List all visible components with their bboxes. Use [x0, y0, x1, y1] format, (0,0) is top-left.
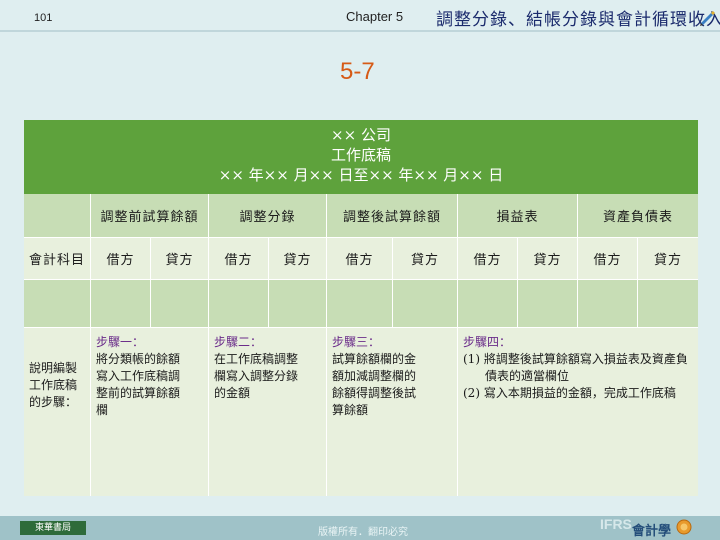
period-line: ×× 年×× 月×× 日至×× 年×× 月×× 日 [218, 166, 504, 184]
debit-header: 借方 [209, 238, 269, 280]
notes-label: 說明編製 工作底稿 的步驟： [24, 328, 91, 496]
coin-icon [676, 519, 692, 535]
empty-cell [638, 280, 698, 328]
copyright-text: 版權所有．翻印必究 [318, 527, 408, 538]
debit-header: 借方 [327, 238, 393, 280]
credit-header: 貸方 [518, 238, 578, 280]
step-1-note: 步驟一： 將分類帳的餘額 寫入工作底稿調 整前的試算餘額 欄 [91, 328, 209, 496]
step-2-title: 步驟二： [214, 335, 263, 349]
step-4-title: 步驟四： [463, 335, 512, 349]
group-header: 調整後試算餘額 [327, 194, 458, 238]
group-header: 調整分錄 [209, 194, 327, 238]
group-header: 損益表 [458, 194, 578, 238]
credit-header: 貸方 [638, 238, 698, 280]
ifrs-mark: IFRS [600, 516, 632, 532]
empty-cell [458, 280, 518, 328]
debit-header: 借方 [458, 238, 518, 280]
company-name: ×× 公司 [331, 126, 391, 144]
group-header: 資產負債表 [578, 194, 698, 238]
slide-label: 5-7 [340, 58, 375, 85]
debit-header: 借方 [578, 238, 638, 280]
step-2-note: 步驟二： 在工作底稿調整 欄寫入調整分錄 的金額 [209, 328, 327, 496]
step-4-note: 步驟四： (1) 將調整後試算餘額寫入損益表及資產負債表的適當欄位 (2) 寫入… [458, 328, 698, 496]
book-title-logo: 會計學 [632, 524, 672, 539]
worksheet-table: ×× 公司 工作底稿 ×× 年×× 月×× 日至×× 年×× 月×× 日 調整前… [24, 120, 698, 496]
chapter-label: Chapter 5 [346, 9, 404, 24]
group-header: 調整前試算餘額 [91, 194, 209, 238]
publisher-logo: 東華書局 [20, 521, 86, 535]
step-1-title: 步驟一： [96, 335, 145, 349]
page-number: 101 [34, 12, 53, 24]
empty-cell [151, 280, 209, 328]
credit-header: 貸方 [269, 238, 327, 280]
chapter-title: 調整分錄、結帳分錄與會計循環收入 [436, 10, 720, 30]
empty-cell [269, 280, 327, 328]
empty-cell [578, 280, 638, 328]
empty-cell [518, 280, 578, 328]
empty-cell [91, 280, 151, 328]
account-column-header: 會計科目 [24, 238, 91, 280]
credit-header: 貸方 [151, 238, 209, 280]
step-4-item: (2) 寫入本期損益的金額，完成工作底稿 [463, 386, 676, 400]
worksheet-grid: 調整前試算餘額 調整分錄 調整後試算餘額 損益表 資產負債表 會計科目 借方 貸… [24, 194, 698, 496]
empty-cell [327, 280, 393, 328]
step-4-item: (1) 將調整後試算餘額寫入損益表及資產負債表的適當欄位 [463, 352, 688, 383]
empty-cell [393, 280, 458, 328]
step-3-title: 步驟三： [332, 335, 381, 349]
worksheet-title: 工作底稿 [330, 146, 391, 164]
empty-cell [24, 280, 91, 328]
header-divider [0, 30, 720, 32]
debit-header: 借方 [91, 238, 151, 280]
credit-header: 貸方 [393, 238, 458, 280]
empty-cell [209, 280, 269, 328]
pen-icon [700, 11, 715, 26]
step-3-note: 步驟三： 試算餘額欄的金 額加減調整欄的 餘額得調整後試 算餘額 [327, 328, 458, 496]
corner-cell [24, 194, 91, 238]
worksheet-banner: ×× 公司 工作底稿 ×× 年×× 月×× 日至×× 年×× 月×× 日 [24, 120, 698, 194]
